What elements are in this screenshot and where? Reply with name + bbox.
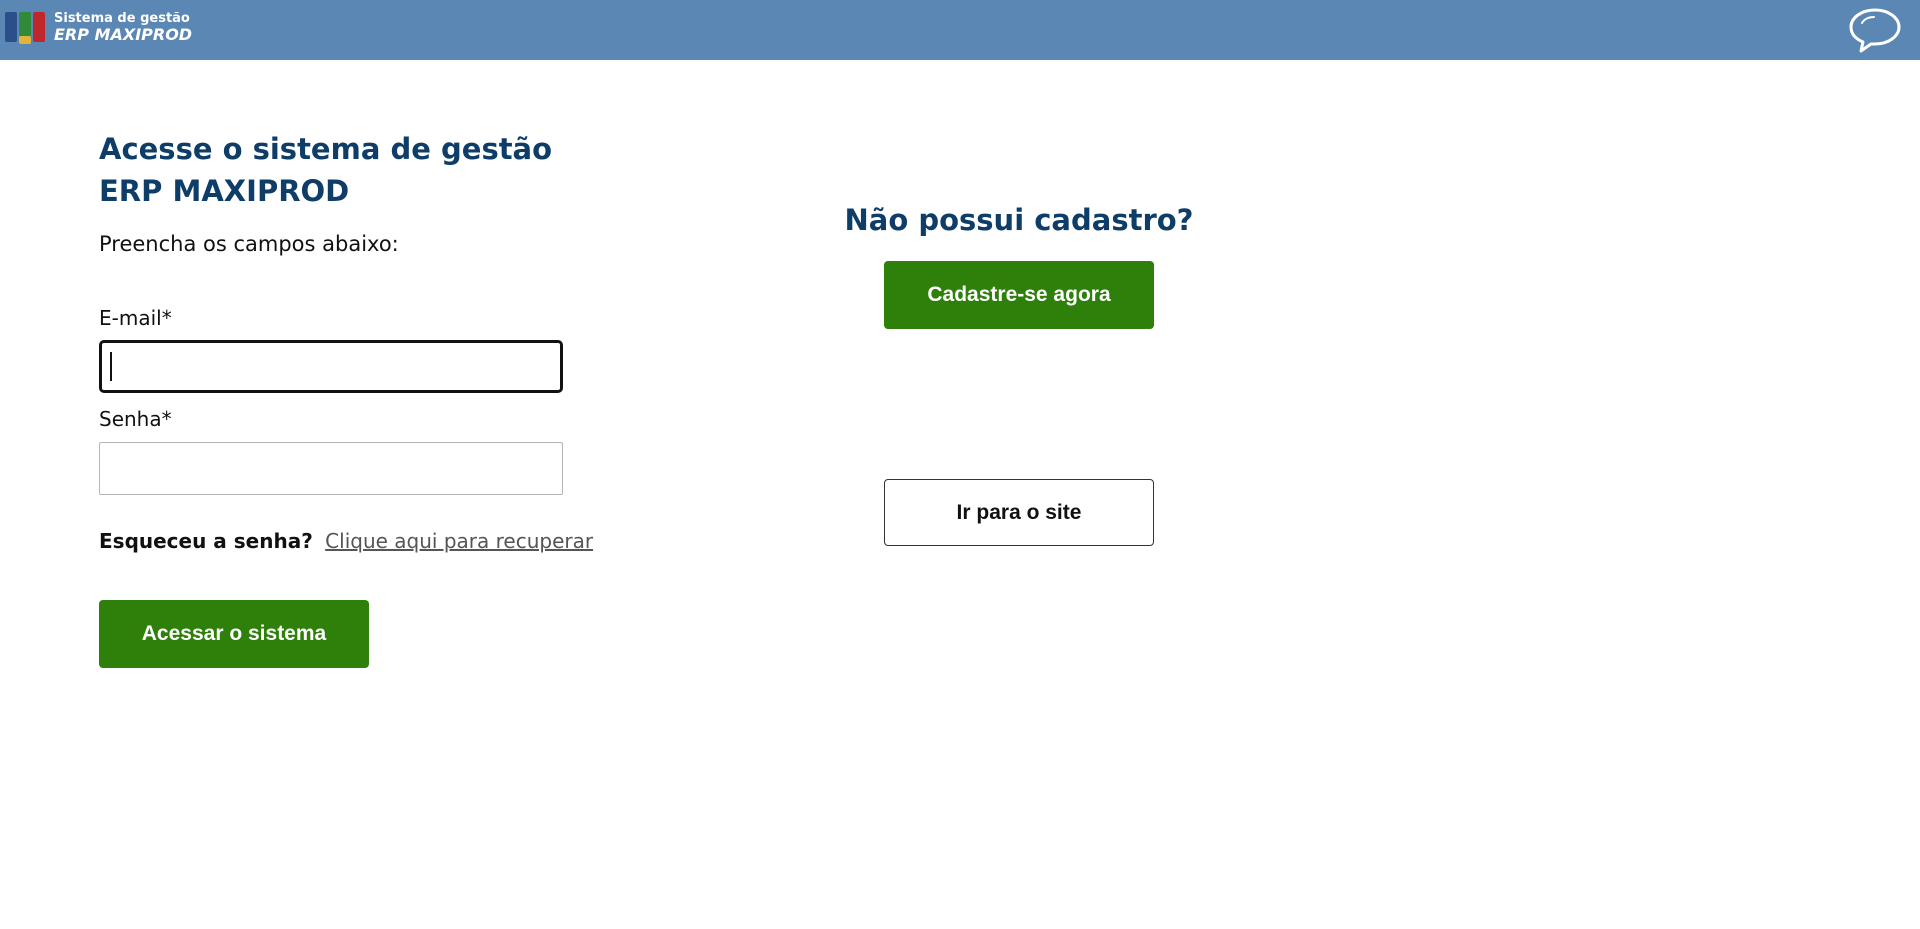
- login-heading-line2: ERP MAXIPROD: [99, 174, 350, 208]
- forgot-password: Esqueceu a senha? Clique aqui para recup…: [99, 529, 593, 553]
- password-field[interactable]: [99, 442, 563, 495]
- logo[interactable]: Sistema de gestão ERP MAXIPROD: [5, 8, 192, 48]
- forgot-password-question: Esqueceu a senha?: [99, 529, 313, 553]
- logo-subtitle: Sistema de gestão: [54, 11, 190, 27]
- logo-mark-icon: [5, 10, 49, 46]
- signup-heading: Não possui cadastro?: [844, 203, 1194, 237]
- login-instructions: Preencha os campos abaixo:: [99, 232, 399, 256]
- login-heading: Acesse o sistema de gestão ERP MAXIPROD: [99, 128, 619, 212]
- login-heading-line1: Acesse o sistema de gestão: [99, 132, 553, 166]
- recover-password-link[interactable]: Clique aqui para recuperar: [325, 529, 593, 553]
- speech-bubble-icon[interactable]: [1848, 7, 1902, 53]
- logo-title: ERP MAXIPROD: [54, 25, 193, 45]
- go-to-site-button[interactable]: Ir para o site: [884, 479, 1154, 546]
- login-button[interactable]: Acessar o sistema: [99, 600, 369, 668]
- logo-text: Sistema de gestão ERP MAXIPROD: [54, 11, 193, 45]
- signup-button[interactable]: Cadastre-se agora: [884, 261, 1154, 329]
- text-cursor: [110, 352, 112, 381]
- password-label: Senha*: [99, 407, 172, 431]
- top-bar: Sistema de gestão ERP MAXIPROD: [0, 0, 1920, 60]
- email-field[interactable]: [99, 340, 563, 393]
- email-label: E-mail*: [99, 306, 172, 330]
